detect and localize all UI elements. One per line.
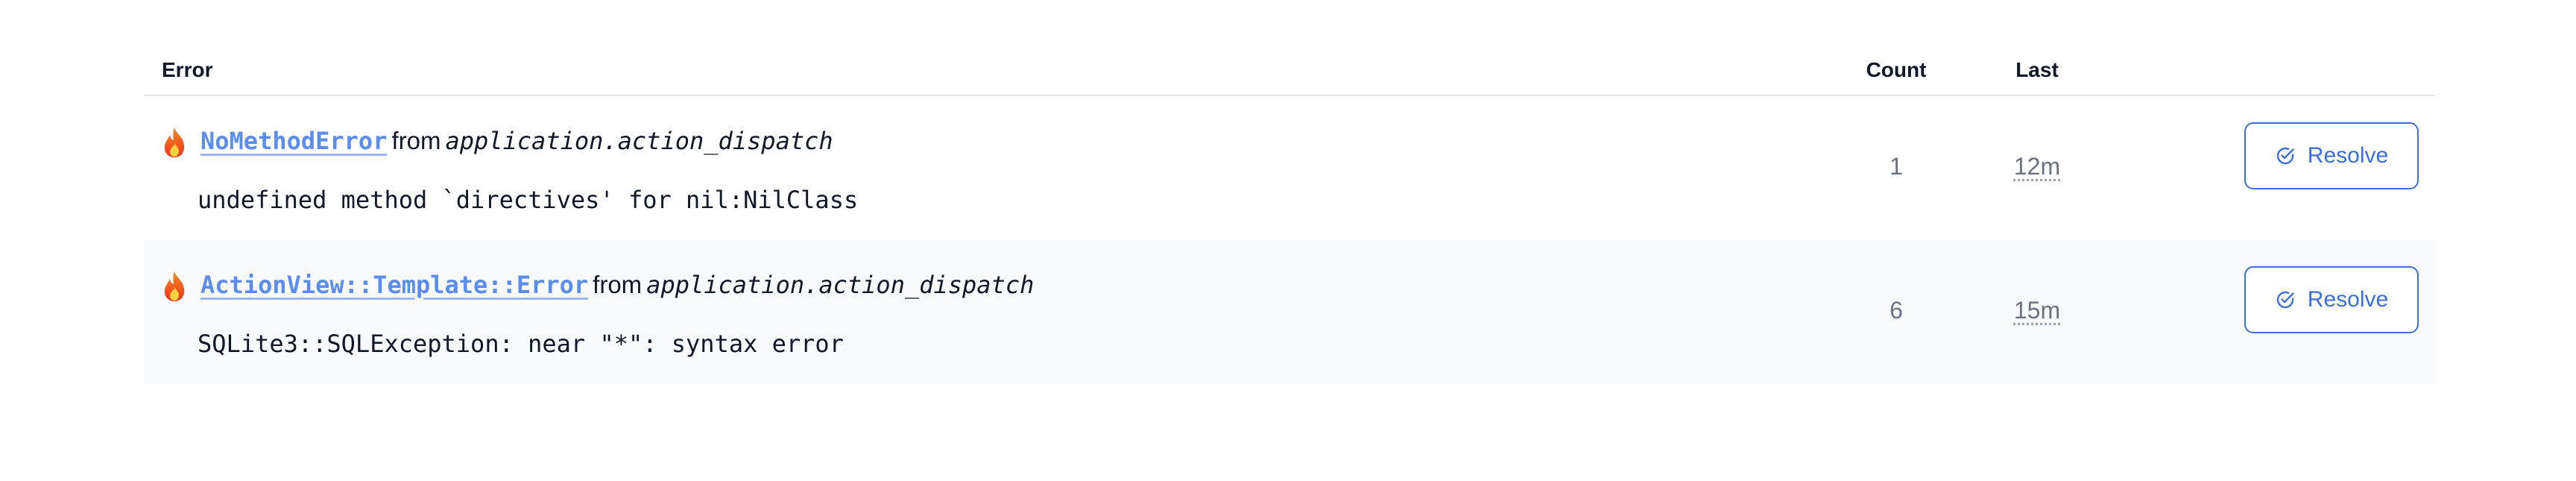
error-count: 6 bbox=[1890, 297, 1903, 324]
resolve-button[interactable]: Resolve bbox=[2244, 122, 2419, 189]
errors-table: Error Count Last NoMethodError from applic… bbox=[144, 33, 2435, 384]
error-source: application.action_dispatch bbox=[646, 271, 1035, 299]
error-message: SQLite3::SQLException: near "*": syntax … bbox=[198, 330, 844, 358]
from-label: from bbox=[593, 271, 643, 298]
check-circle-icon bbox=[2276, 291, 2294, 309]
error-title: ActionView::Template::Error from applicati… bbox=[201, 268, 1034, 301]
table-row: ActionView::Template::Error from applicati… bbox=[144, 240, 2435, 384]
from-label: from bbox=[391, 127, 441, 154]
header-last: Last bbox=[2015, 58, 2059, 81]
header-error: Error bbox=[162, 58, 213, 81]
header-count: Count bbox=[1866, 58, 1927, 81]
table-row: NoMethodError from application.action_disp… bbox=[144, 96, 2435, 240]
check-circle-icon bbox=[2276, 147, 2294, 165]
resolve-label: Resolve bbox=[2307, 287, 2389, 312]
last-seen-time: 15m bbox=[2013, 297, 2061, 324]
last-seen-time: 12m bbox=[2013, 153, 2061, 180]
resolve-label: Resolve bbox=[2307, 143, 2389, 168]
resolve-button[interactable]: Resolve bbox=[2244, 266, 2419, 333]
error-last-seen: 12m bbox=[1992, 151, 2082, 181]
error-source: application.action_dispatch bbox=[445, 127, 833, 155]
error-class-link[interactable]: NoMethodError bbox=[201, 127, 387, 155]
fire-icon bbox=[164, 271, 185, 301]
error-message: undefined method `directives' for nil:Ni… bbox=[198, 186, 859, 214]
error-count: 1 bbox=[1890, 153, 1903, 180]
error-last-seen: 15m bbox=[1992, 295, 2082, 325]
error-class-link[interactable]: ActionView::Template::Error bbox=[201, 271, 588, 299]
fire-icon bbox=[164, 128, 185, 157]
table-header: Error Count Last bbox=[144, 33, 2435, 96]
error-title: NoMethodError from application.action_disp… bbox=[201, 125, 833, 157]
